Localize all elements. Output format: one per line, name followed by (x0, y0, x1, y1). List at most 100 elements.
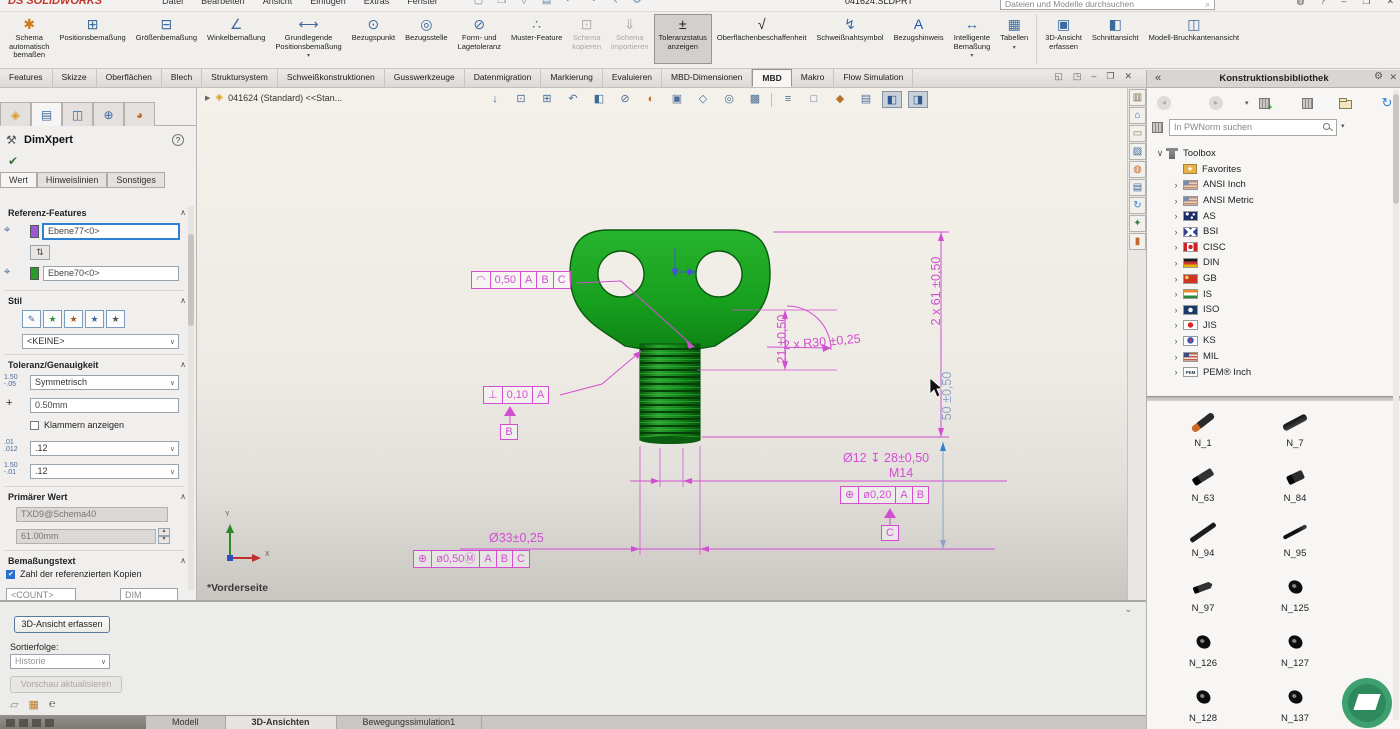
tolerance-value-field[interactable]: 0.50mm (30, 398, 179, 413)
select-icon[interactable]: ↖ (610, 0, 618, 6)
properties-tab-icon[interactable]: ▤ (31, 102, 62, 126)
task-pane-scrollbar[interactable] (1393, 90, 1399, 720)
tree-item-ansi-inch[interactable]: ›ANSI Inch (1147, 177, 1393, 193)
part-item-n-137[interactable]: N_137 (1249, 681, 1341, 724)
subtab-hinweislinien[interactable]: Hinweislinien (37, 172, 108, 188)
tab-evaluieren[interactable]: Evaluieren (603, 69, 662, 87)
value-spinner[interactable]: ▲▼ (158, 528, 170, 544)
tree-item-iso[interactable]: ›ISO (1147, 302, 1393, 318)
datum-c[interactable]: C (881, 525, 899, 541)
dock-left-icon[interactable]: ◱ (1054, 71, 1063, 82)
fcf-position-shaft[interactable]: ⊕ø0,50ⓂABC (413, 550, 530, 568)
minimize-icon[interactable]: – (1091, 71, 1096, 82)
back-icon[interactable]: ◂ (1157, 96, 1171, 110)
library-search-input[interactable]: In PWNorm suchen (1169, 119, 1337, 136)
restore-icon[interactable]: ❐ (1362, 0, 1370, 7)
fcf-position-hole[interactable]: ⊕ø0,20AB (840, 486, 929, 504)
ribbon-größenbemaßung[interactable]: ⊟Größenbemaßung (131, 14, 202, 64)
style-add-icon[interactable]: ★ (43, 310, 62, 328)
open-icon[interactable]: ❒ (497, 0, 506, 6)
task-toolbox-icon[interactable]: ▥ (1129, 89, 1146, 106)
tree-chevron-icon[interactable]: › (1171, 242, 1181, 252)
dock-right-icon[interactable]: ◳ (1073, 71, 1082, 82)
doc-tab-bewegungssimulation1[interactable]: Bewegungssimulation1 (337, 716, 483, 729)
expand-arrow-icon[interactable]: ▶ (205, 94, 210, 102)
close-icon[interactable]: ✕ (1124, 71, 1132, 82)
tree-chevron-icon[interactable]: › (1171, 336, 1181, 346)
tab-datenmigration[interactable]: Datenmigration (465, 69, 542, 87)
part-item-n-128[interactable]: N_128 (1157, 681, 1249, 724)
sort-order-dropdown[interactable]: Historie (10, 654, 110, 669)
menu-ansicht[interactable]: Ansicht (263, 0, 293, 6)
tab-struktursystem[interactable]: Struktursystem (202, 69, 278, 87)
tree-chevron-icon[interactable]: › (1171, 258, 1181, 268)
collapse-caret-icon[interactable]: ∧ (180, 556, 186, 565)
dropdown-caret-icon[interactable]: ▾ (307, 52, 310, 59)
collapse-pane-icon[interactable]: ⌄ (1124, 604, 1132, 615)
collapse-caret-icon[interactable]: ∧ (180, 296, 186, 305)
tree-chevron-icon[interactable]: › (1171, 211, 1181, 221)
ribbon-positionsbemaßung[interactable]: ⊞Positionsbemaßung (54, 14, 130, 64)
ribbon-tabellen[interactable]: ▦Tabellen▾ (995, 14, 1033, 64)
ribbon-muster-feature[interactable]: ∴Muster-Feature (506, 14, 567, 64)
compare-icon[interactable]: ≡ (778, 91, 798, 108)
ribbon-oberflächenbeschaffenheit[interactable]: √Oberflächenbeschaffenheit (712, 14, 812, 64)
cube-right-icon[interactable]: ◨ (908, 91, 928, 108)
tree-item-gb[interactable]: ›GB (1147, 271, 1393, 287)
subtab-wert[interactable]: Wert (0, 172, 37, 188)
tree-chevron-icon[interactable]: › (1171, 180, 1181, 190)
help-icon[interactable]: ? (1320, 0, 1325, 7)
tab-makro[interactable]: Makro (792, 69, 835, 87)
ribbon-3d-ansicht-erfassen[interactable]: ▣3D-Ansicht erfassen (1040, 14, 1087, 64)
help-icon[interactable]: ? (172, 134, 184, 146)
tree-item-toolbox[interactable]: ∨Toolbox (1147, 146, 1393, 162)
fcf-profile-of-surface[interactable]: ◠0,50ABC (471, 271, 571, 289)
tree-chevron-icon[interactable]: › (1171, 289, 1181, 299)
minimize-icon[interactable]: – (1341, 0, 1346, 7)
section-toleranz-header[interactable]: Toleranz/Genauigkeit (8, 360, 98, 370)
dimension-text-preview-1[interactable]: <COUNT> (6, 588, 76, 600)
part-item-n-84[interactable]: N_84 (1249, 461, 1341, 504)
tree-item-is[interactable]: ›IS (1147, 286, 1393, 302)
part-item-n-94[interactable]: N_94 (1157, 516, 1249, 559)
update-preview-button[interactable]: Vorschau aktualisieren (10, 676, 122, 693)
options-icon[interactable]: ⚙ (633, 0, 642, 6)
tree-item-cisc[interactable]: ›CISC (1147, 240, 1393, 256)
training-icon[interactable]: ✦ (1129, 215, 1146, 232)
klammern-checkbox[interactable] (30, 421, 39, 430)
display-style-icon[interactable]: ◇ (693, 91, 713, 108)
manufacturing-icon[interactable]: ▮ (1129, 233, 1146, 250)
dimension-thread[interactable]: M14 (869, 466, 933, 480)
tree-item-favorites[interactable]: ★Favorites (1147, 162, 1393, 178)
section-primaer-header[interactable]: Primärer Wert (8, 492, 67, 502)
gear-icon[interactable]: ⚙ (1374, 71, 1383, 82)
restore-icon[interactable]: ❐ (1106, 71, 1114, 82)
tree-chevron-icon[interactable]: › (1171, 352, 1181, 362)
file-explorer-icon[interactable]: ▭ (1129, 125, 1146, 142)
open-folder-icon[interactable] (1339, 100, 1352, 109)
part-item-n-7[interactable]: N_7 (1249, 406, 1341, 449)
tree-chevron-icon[interactable]: › (1171, 227, 1181, 237)
new-view-icon[interactable]: ▱ (10, 698, 18, 711)
tree-chevron-icon[interactable]: › (1171, 367, 1181, 377)
previous-view-icon[interactable]: ↶ (563, 91, 583, 108)
dimension-width[interactable]: Ø33±0,25 (489, 531, 544, 545)
part-item-n-1[interactable]: N_1 (1157, 406, 1249, 449)
edrawings-icon[interactable]: ℮ (49, 698, 56, 711)
dimxpert-tab-icon[interactable]: ⊕ (93, 102, 124, 126)
pin-icon[interactable]: ✕ (1389, 72, 1397, 83)
tree-item-ansi-metric[interactable]: ›ANSI Metric (1147, 193, 1393, 209)
zoom-fit-icon[interactable]: ⊡ (511, 91, 531, 108)
part-item-n-127[interactable]: N_127 (1249, 626, 1341, 669)
reload-icon[interactable]: ↻ (1129, 197, 1146, 214)
dimension-counterbore[interactable]: Ø12 ↧ 28±0,50 (843, 450, 929, 465)
tab-gusswerkzeuge[interactable]: Gusswerkzeuge (385, 69, 465, 87)
part-item-n-63[interactable]: N_63 (1157, 461, 1249, 504)
edit-appearance-icon[interactable]: ◐ (641, 91, 661, 108)
tolerance-type-dropdown[interactable]: Symmetrisch (30, 375, 179, 390)
tree-chevron-icon[interactable]: ∨ (1155, 148, 1165, 159)
zoom-area-icon[interactable]: ⊞ (537, 91, 557, 108)
tab-features[interactable]: Features (0, 69, 53, 87)
tree-chevron-icon[interactable]: › (1171, 305, 1181, 315)
redo-icon[interactable]: ↷ (588, 0, 596, 6)
